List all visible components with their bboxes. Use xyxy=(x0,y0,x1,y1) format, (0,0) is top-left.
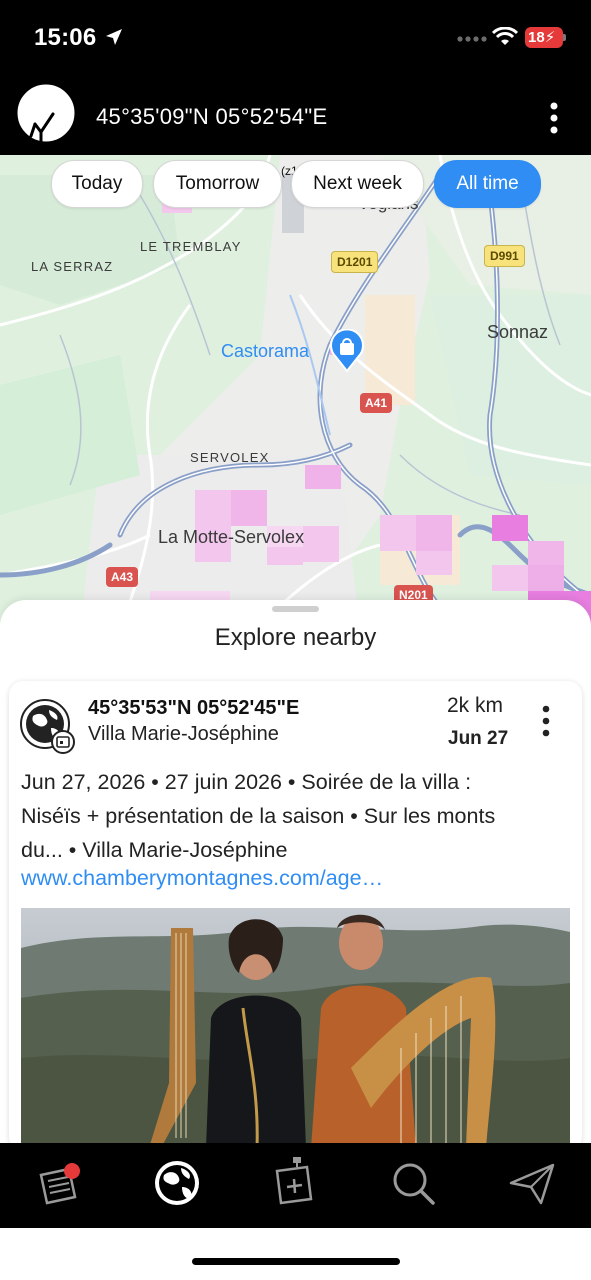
event-link[interactable]: www.chamberymontagnes.com/age… xyxy=(21,866,441,891)
filter-chip-today[interactable]: Today xyxy=(51,160,143,208)
feed-icon[interactable] xyxy=(31,1155,87,1211)
app-logo-icon[interactable] xyxy=(13,80,79,154)
event-place: Villa Marie-Joséphine xyxy=(88,723,279,745)
event-description-line: Jun 27, 2026 • 27 juin 2026 • Soirée de … xyxy=(21,770,472,794)
battery-indicator: 18⚡ xyxy=(525,27,563,48)
more-menu-icon[interactable] xyxy=(544,101,564,135)
add-post-icon[interactable] xyxy=(267,1155,323,1211)
card-more-menu-icon[interactable] xyxy=(537,704,555,738)
map-label-sonnaz: Sonnaz xyxy=(487,322,549,342)
event-coordinates: 45°35'53"N 05°52'45"E xyxy=(88,697,300,719)
location-arrow-icon xyxy=(106,29,122,45)
road-badge-d991: D991 xyxy=(484,245,525,267)
sheet-title: Explore nearby xyxy=(214,624,377,651)
signal-dots-icon xyxy=(457,36,487,42)
map-label-le-tremblay: LE TREMBLAY xyxy=(140,239,242,254)
filter-chip-all-time[interactable]: All time xyxy=(434,160,541,208)
event-photo[interactable] xyxy=(21,908,570,1148)
filter-chip-next-week[interactable]: Next week xyxy=(291,160,424,208)
event-description-line: du... • Villa Marie-Joséphine xyxy=(21,838,288,862)
event-distance: 2k km xyxy=(447,694,504,717)
map-label-servolex: SERVOLEX xyxy=(190,450,270,465)
map-label-la-serraz: LA SERRAZ xyxy=(31,259,114,274)
road-badge-a43: A43 xyxy=(106,567,139,587)
status-time: 15:06 xyxy=(34,24,97,51)
globe-icon[interactable] xyxy=(149,1155,205,1211)
road-badge-d1201: D1201 xyxy=(331,251,379,273)
map-view[interactable] xyxy=(0,155,591,630)
event-description-line: Niséïs + présentation de la saison • Sur… xyxy=(21,804,496,828)
filter-chip-tomorrow[interactable]: Tomorrow xyxy=(153,160,282,208)
shopping-pin-icon[interactable] xyxy=(328,329,366,373)
road-badge-a41: A41 xyxy=(360,393,393,413)
map-label-la-motte-servolex: La Motte-Servolex xyxy=(158,527,305,547)
charging-icon: ⚡ xyxy=(544,29,556,46)
globe-calendar-icon xyxy=(20,699,75,754)
send-icon[interactable] xyxy=(505,1155,561,1211)
battery-cap xyxy=(563,34,566,41)
map-poi-castorama[interactable]: Castorama xyxy=(221,341,309,362)
current-coordinates[interactable]: 45°35'09"N 05°52'54"E xyxy=(96,104,327,130)
search-icon[interactable] xyxy=(385,1155,441,1211)
event-description: Jun 27, 2026 • 27 juin 2026 • Soirée de … xyxy=(21,765,561,867)
top-bar: 15:06 18⚡ 45°35'09"N 05°52'54"E xyxy=(0,0,591,155)
event-date-badge: Jun 27 xyxy=(448,728,509,749)
map-canvas xyxy=(0,155,591,630)
notification-dot xyxy=(64,1163,80,1179)
sheet-grabber[interactable] xyxy=(272,606,319,612)
home-indicator[interactable] xyxy=(192,1258,400,1265)
wifi-icon xyxy=(492,27,518,45)
battery-level: 18 xyxy=(528,29,545,46)
